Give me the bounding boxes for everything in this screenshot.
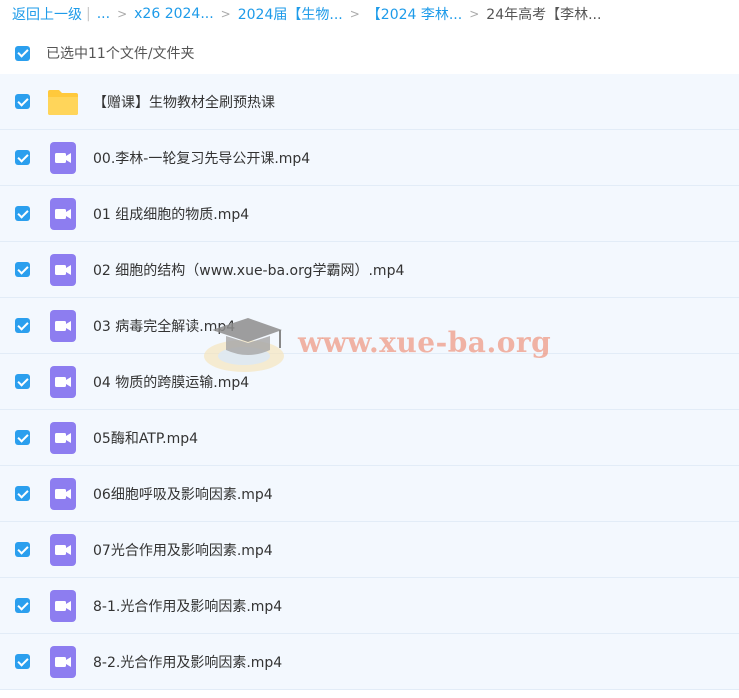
video-icon	[47, 645, 79, 678]
video-icon	[47, 589, 79, 622]
video-icon	[47, 253, 79, 286]
file-row-7[interactable]: 06细胞呼吸及影响因素.mp4	[0, 466, 739, 522]
file-row-2[interactable]: 01 组成细胞的物质.mp4	[0, 186, 739, 242]
file-row-5[interactable]: 04 物质的跨膜运输.mp4	[0, 354, 739, 410]
file-checkbox[interactable]	[15, 206, 30, 221]
file-row-1[interactable]: 00.李林-一轮复习先导公开课.mp4	[0, 130, 739, 186]
file-checkbox[interactable]	[15, 486, 30, 501]
breadcrumb-separator-icon: >	[117, 7, 128, 21]
file-row-0[interactable]: 【赠课】生物教材全刷预热课	[0, 74, 739, 130]
file-checkbox[interactable]	[15, 542, 30, 557]
video-icon	[47, 365, 79, 398]
file-name: 05酶和ATP.mp4	[93, 430, 198, 447]
file-checkbox[interactable]	[15, 94, 30, 109]
file-name: 01 组成细胞的物质.mp4	[93, 206, 250, 223]
file-checkbox[interactable]	[15, 374, 30, 389]
file-row-3[interactable]: 02 细胞的结构（www.xue-ba.org学霸网）.mp4	[0, 242, 739, 298]
file-name: 00.李林-一轮复习先导公开课.mp4	[93, 150, 311, 167]
breadcrumb-divider: |	[86, 6, 91, 22]
file-checkbox[interactable]	[15, 654, 30, 669]
video-icon	[47, 141, 79, 174]
file-checkbox[interactable]	[15, 262, 30, 277]
file-row-8[interactable]: 07光合作用及影响因素.mp4	[0, 522, 739, 578]
file-row-4[interactable]: 03 病毒完全解读.mp4	[0, 298, 739, 354]
file-checkbox[interactable]	[15, 430, 30, 445]
breadcrumb-separator-icon: >	[349, 7, 360, 21]
breadcrumb-item-3[interactable]: 【2024 李林...	[367, 4, 462, 24]
breadcrumb-item-2[interactable]: 2024届【生物...	[238, 4, 343, 24]
video-icon	[47, 477, 79, 510]
video-icon	[47, 309, 79, 342]
select-all-bar: 已选中11个文件/文件夹	[0, 38, 739, 68]
file-name: 【赠课】生物教材全刷预热课	[93, 94, 275, 111]
breadcrumb: 返回上一级 | ... > x26 2024... > 2024届【生物... …	[0, 0, 739, 28]
breadcrumb-current: 24年高考【李林...	[486, 7, 602, 23]
breadcrumb-separator-icon: >	[469, 7, 480, 21]
file-name: 06细胞呼吸及影响因素.mp4	[93, 486, 273, 503]
video-icon	[47, 533, 79, 566]
file-checkbox[interactable]	[15, 318, 30, 333]
selection-summary: 已选中11个文件/文件夹	[46, 46, 195, 62]
breadcrumb-separator-icon: >	[220, 7, 231, 21]
folder-icon	[47, 86, 79, 118]
video-icon	[47, 197, 79, 230]
video-icon	[47, 421, 79, 454]
file-row-6[interactable]: 05酶和ATP.mp4	[0, 410, 739, 466]
file-name: 02 细胞的结构（www.xue-ba.org学霸网）.mp4	[93, 262, 405, 279]
select-all-checkbox[interactable]	[15, 45, 30, 61]
breadcrumb-item-1[interactable]: x26 2024...	[134, 6, 214, 22]
file-name: 8-2.光合作用及影响因素.mp4	[93, 654, 283, 671]
file-checkbox[interactable]	[15, 598, 30, 613]
file-name: 8-1.光合作用及影响因素.mp4	[93, 598, 283, 615]
file-checkbox[interactable]	[15, 150, 30, 165]
file-name: 04 物质的跨膜运输.mp4	[93, 374, 250, 391]
file-list: 【赠课】生物教材全刷预热课 00.李林-一轮复习先导公开课.mp4 01 组成细…	[0, 74, 739, 690]
back-link[interactable]: 返回上一级	[12, 4, 82, 24]
file-name: 07光合作用及影响因素.mp4	[93, 542, 273, 559]
file-name: 03 病毒完全解读.mp4	[93, 318, 236, 335]
breadcrumb-ellipsis[interactable]: ...	[97, 6, 110, 22]
file-row-9[interactable]: 8-1.光合作用及影响因素.mp4	[0, 578, 739, 634]
file-row-10[interactable]: 8-2.光合作用及影响因素.mp4	[0, 634, 739, 690]
